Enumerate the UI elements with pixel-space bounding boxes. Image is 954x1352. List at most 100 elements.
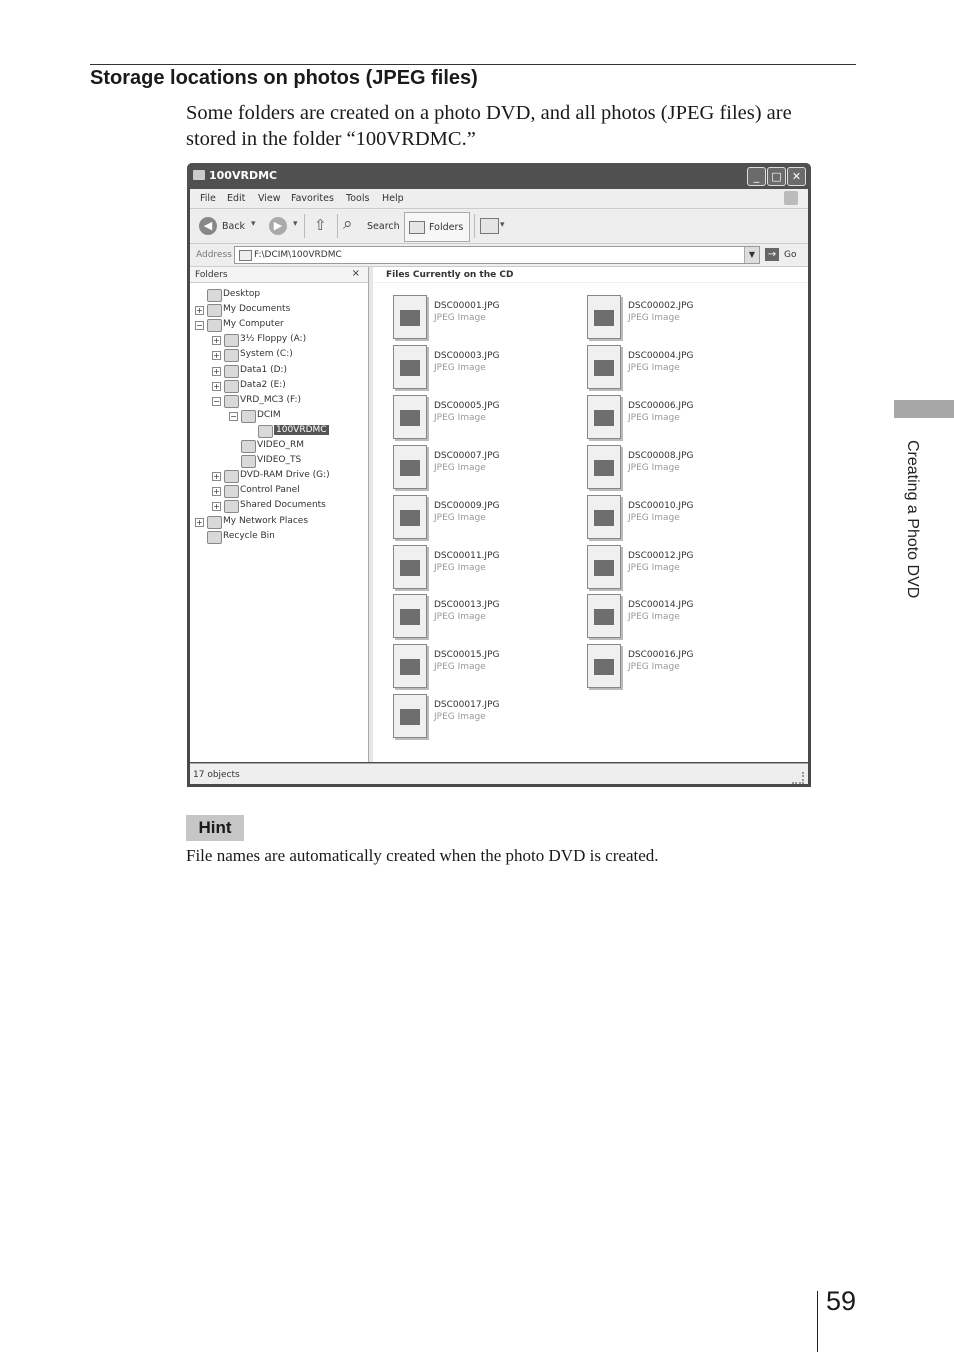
title-bar[interactable]: 100VRDMC _ □ ✕	[187, 163, 811, 189]
back-dropdown-icon[interactable]: ▾	[251, 219, 256, 229]
image-thumbnail-icon	[400, 409, 420, 426]
folder-icon	[241, 440, 256, 453]
explorer-content: Folders × Desktop + My Documents − My Comput…	[190, 267, 808, 762]
tree-item-label: Data1 (D:)	[240, 364, 288, 375]
tree-item-label: DCIM	[257, 409, 281, 420]
tree-item-label: System (C:)	[240, 349, 293, 360]
jpeg-file-icon	[587, 444, 621, 489]
tree-expander-icon[interactable]: −	[212, 396, 221, 406]
address-dropdown-icon[interactable]: ▼	[744, 247, 759, 263]
jpeg-file-icon	[587, 644, 621, 689]
file-item[interactable]: DSC00002.JPG JPEG Image	[587, 294, 777, 340]
file-item[interactable]: DSC00005.JPG JPEG Image	[393, 394, 583, 440]
tree-expander-icon[interactable]: +	[195, 517, 204, 527]
tree-item-label: 3½ Floppy (A:)	[240, 334, 307, 345]
tree-expander-icon[interactable]: −	[229, 411, 238, 421]
image-thumbnail-icon	[594, 310, 614, 326]
image-thumbnail-icon	[400, 709, 420, 726]
file-name: DSC00006.JPG	[628, 400, 694, 411]
folders-button[interactable]: Folders	[404, 212, 470, 242]
file-item[interactable]: DSC00013.JPG JPEG Image	[393, 593, 583, 639]
file-item[interactable]: DSC00016.JPG JPEG Image	[587, 643, 777, 689]
file-item[interactable]: DSC00017.JPG JPEG Image	[393, 693, 583, 739]
folder-icon	[224, 500, 239, 514]
menu-favorites[interactable]: Favorites	[291, 193, 334, 204]
menu-help[interactable]: Help	[382, 193, 404, 204]
menu-tools[interactable]: Tools	[346, 193, 369, 204]
tree-expander-icon[interactable]: +	[212, 381, 221, 391]
go-arrow-icon[interactable]: →	[765, 248, 779, 261]
views-dropdown-icon[interactable]: ▾	[500, 220, 505, 230]
tree-expander-icon[interactable]: −	[195, 321, 204, 331]
drive-icon	[224, 364, 239, 378]
go-button[interactable]: Go	[784, 250, 796, 260]
file-item[interactable]: DSC00006.JPG JPEG Image	[587, 394, 777, 440]
image-thumbnail-icon	[400, 559, 420, 576]
maximize-button[interactable]: □	[767, 167, 786, 186]
file-name: DSC00010.JPG	[628, 500, 694, 511]
file-item[interactable]: DSC00004.JPG JPEG Image	[587, 344, 777, 390]
tree-item-label: VRD_MC3 (F:)	[240, 394, 302, 405]
file-name: DSC00017.JPG	[434, 700, 500, 711]
up-folder-icon[interactable]: ⇧	[314, 216, 327, 234]
menu-file[interactable]: File	[200, 193, 216, 204]
file-name: DSC00003.JPG	[434, 350, 500, 361]
back-button[interactable]: Back	[222, 221, 245, 232]
tree-expander-icon[interactable]: +	[212, 502, 221, 512]
file-item[interactable]: DSC00012.JPG JPEG Image	[587, 544, 777, 590]
folders-pane: Folders × Desktop + My Documents − My Comput…	[190, 267, 369, 762]
tree-expander-icon[interactable]: +	[212, 487, 221, 497]
tree-expander-icon[interactable]: +	[212, 351, 221, 361]
tree-expander-icon[interactable]: +	[212, 366, 221, 376]
page-number: 59	[826, 1286, 857, 1316]
tree-expander-icon[interactable]: +	[212, 472, 221, 482]
back-arrow-icon[interactable]: ◀	[199, 217, 217, 235]
file-name: DSC00008.JPG	[628, 450, 694, 461]
minimize-button[interactable]: _	[747, 167, 766, 186]
address-input[interactable]: F:\DCIM\100VRDMC ▼	[234, 246, 760, 264]
pane-splitter[interactable]	[369, 267, 373, 762]
tree-expander-icon[interactable]: +	[195, 306, 204, 316]
jpeg-file-icon	[393, 444, 427, 489]
views-icon[interactable]	[480, 218, 499, 234]
status-text: 17 objects	[193, 770, 240, 780]
file-item[interactable]: DSC00007.JPG JPEG Image	[393, 444, 583, 490]
file-name: DSC00004.JPG	[628, 350, 694, 361]
search-button[interactable]: Search	[367, 221, 400, 232]
tree-item-label: Data2 (E:)	[240, 379, 286, 390]
menu-edit[interactable]: Edit	[227, 193, 245, 204]
file-item[interactable]: DSC00003.JPG JPEG Image	[393, 344, 583, 390]
address-label: Address	[196, 250, 232, 260]
file-item[interactable]: DSC00011.JPG JPEG Image	[393, 544, 583, 590]
resize-grip-icon[interactable]	[792, 772, 804, 784]
tree-expander-icon[interactable]: +	[212, 336, 221, 346]
image-thumbnail-icon	[594, 359, 614, 376]
close-button[interactable]: ✕	[787, 167, 806, 186]
drive-icon	[224, 349, 239, 363]
toolbar: ◀ Back ▾ ▶ ▾ ⇧ ⌕ Search Folders ▾	[190, 209, 808, 244]
file-name: DSC00002.JPG	[628, 301, 694, 311]
search-icon[interactable]: ⌕	[343, 214, 353, 234]
jpeg-file-icon	[393, 494, 427, 539]
tree-item-label: VIDEO_RM	[257, 440, 305, 450]
file-name: DSC00014.JPG	[628, 600, 694, 611]
tree-item-label: My Computer	[223, 319, 284, 330]
file-item[interactable]: DSC00015.JPG JPEG Image	[393, 643, 583, 689]
file-item[interactable]: DSC00009.JPG JPEG Image	[393, 494, 583, 540]
menu-view[interactable]: View	[258, 193, 281, 204]
folders-label: Folders	[429, 222, 464, 233]
forward-arrow-icon[interactable]: ▶	[269, 217, 287, 235]
file-name: DSC00016.JPG	[628, 650, 694, 661]
file-name: DSC00009.JPG	[434, 500, 500, 511]
file-item[interactable]: DSC00008.JPG JPEG Image	[587, 444, 777, 490]
folders-pane-title: Folders	[195, 270, 228, 280]
file-item[interactable]: DSC00010.JPG JPEG Image	[587, 494, 777, 540]
file-item[interactable]: DSC00001.JPG JPEG Image	[393, 294, 583, 340]
forward-dropdown-icon[interactable]: ▾	[293, 219, 298, 229]
status-bar: 17 objects	[190, 763, 808, 784]
close-pane-icon[interactable]: ×	[352, 268, 360, 279]
file-name: DSC00015.JPG	[434, 650, 500, 661]
image-thumbnail-icon	[400, 310, 420, 326]
file-item[interactable]: DSC00014.JPG JPEG Image	[587, 593, 777, 639]
folders-icon	[409, 221, 425, 234]
